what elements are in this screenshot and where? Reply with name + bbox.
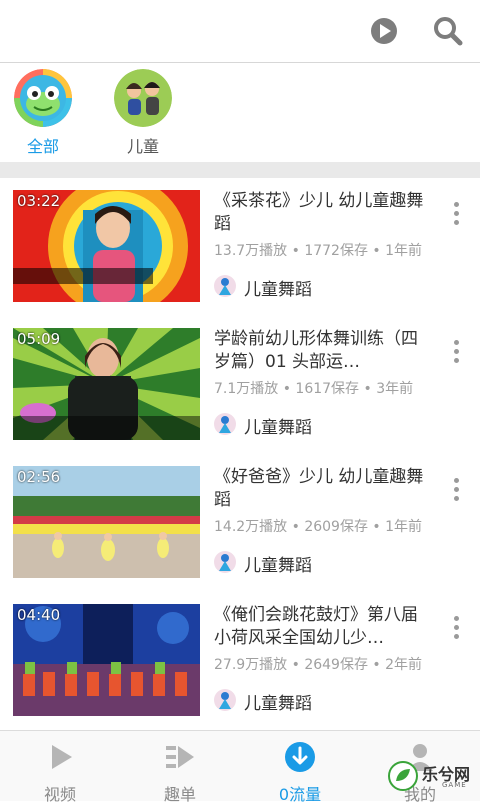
tab-label: 视频	[43, 785, 76, 804]
section-divider	[0, 162, 480, 178]
playlist-icon	[166, 746, 194, 768]
tab-zero-data[interactable]: 0流量	[240, 731, 360, 804]
watermark-logo: 乐兮网 GAME	[386, 755, 480, 800]
video-meta: 14.2万播放 • 2609保存 • 1年前	[214, 519, 423, 535]
video-title[interactable]: 《采茶花》少儿 幼儿童趣舞蹈	[214, 190, 434, 236]
video-duration: 03:22	[17, 192, 61, 210]
more-options-icon[interactable]	[450, 202, 462, 232]
author-name: 儿童舞蹈	[244, 418, 312, 438]
video-meta: 27.9万播放 • 2649保存 • 2年前	[214, 657, 423, 673]
category-bar: 全部 儿童	[0, 63, 480, 162]
tab-label: 0流量	[278, 785, 322, 804]
video-thumbnail[interactable]: 05:09	[13, 328, 200, 440]
category-children[interactable]: 儿童	[111, 69, 175, 157]
video-item[interactable]: 03:22 《采茶花》少儿 幼儿童趣舞蹈 13.7万播放 • 1772保存 • …	[0, 178, 480, 317]
author-name: 儿童舞蹈	[244, 556, 312, 576]
tab-playlist[interactable]: 趣单	[120, 731, 240, 804]
video-meta: 7.1万播放 • 1617保存 • 3年前	[214, 381, 414, 397]
top-bar	[0, 0, 480, 63]
category-label: 全部	[26, 137, 59, 156]
author-name: 儿童舞蹈	[244, 280, 312, 300]
video-title[interactable]: 学龄前幼儿形体舞训练（四岁篇）01 头部运…	[214, 328, 434, 374]
video-duration: 02:56	[17, 468, 61, 486]
leaf-logo-icon	[388, 761, 418, 791]
watermark-sub: GAME	[442, 781, 467, 789]
download-circle-icon	[285, 742, 315, 772]
video-item[interactable]: 02:56 《好爸爸》少儿 幼儿童趣舞蹈 14.2万播放 • 2609保存 • …	[0, 454, 480, 593]
video-item[interactable]: 04:40 《俺们会跳花鼓灯》第八届小荷风采全国幼儿少… 27.9万播放 • 2…	[0, 592, 480, 730]
more-options-icon[interactable]	[450, 478, 462, 508]
video-duration: 04:40	[17, 606, 61, 624]
video-duration: 05:09	[17, 330, 61, 348]
video-item[interactable]: 05:09 学龄前幼儿形体舞训练（四岁篇）01 头部运… 7.1万播放 • 16…	[0, 316, 480, 455]
category-label: 儿童	[126, 137, 159, 156]
play-icon	[52, 745, 72, 769]
author-name: 儿童舞蹈	[244, 694, 312, 714]
search-icon[interactable]	[432, 15, 464, 47]
category-all[interactable]: 全部	[11, 69, 75, 157]
video-thumbnail[interactable]: 02:56	[13, 466, 200, 578]
tab-label: 趣单	[163, 785, 196, 804]
tab-video[interactable]: 视频	[0, 731, 120, 804]
video-title[interactable]: 《俺们会跳花鼓灯》第八届小荷风采全国幼儿少…	[214, 604, 434, 650]
video-title[interactable]: 《好爸爸》少儿 幼儿童趣舞蹈	[214, 466, 434, 512]
play-circle-icon[interactable]	[368, 15, 400, 47]
video-meta: 13.7万播放 • 1772保存 • 1年前	[214, 243, 423, 259]
children-avatar-icon	[114, 69, 172, 127]
author-avatar-icon	[214, 551, 236, 573]
author-avatar-icon	[214, 413, 236, 435]
author-avatar-icon	[214, 275, 236, 297]
frog-avatar-icon	[14, 69, 72, 127]
more-options-icon[interactable]	[450, 340, 462, 370]
video-thumbnail[interactable]: 03:22	[13, 190, 200, 302]
video-thumbnail[interactable]: 04:40	[13, 604, 200, 716]
video-list: 03:22 《采茶花》少儿 幼儿童趣舞蹈 13.7万播放 • 1772保存 • …	[0, 178, 480, 730]
more-options-icon[interactable]	[450, 616, 462, 646]
author-avatar-icon	[214, 689, 236, 711]
